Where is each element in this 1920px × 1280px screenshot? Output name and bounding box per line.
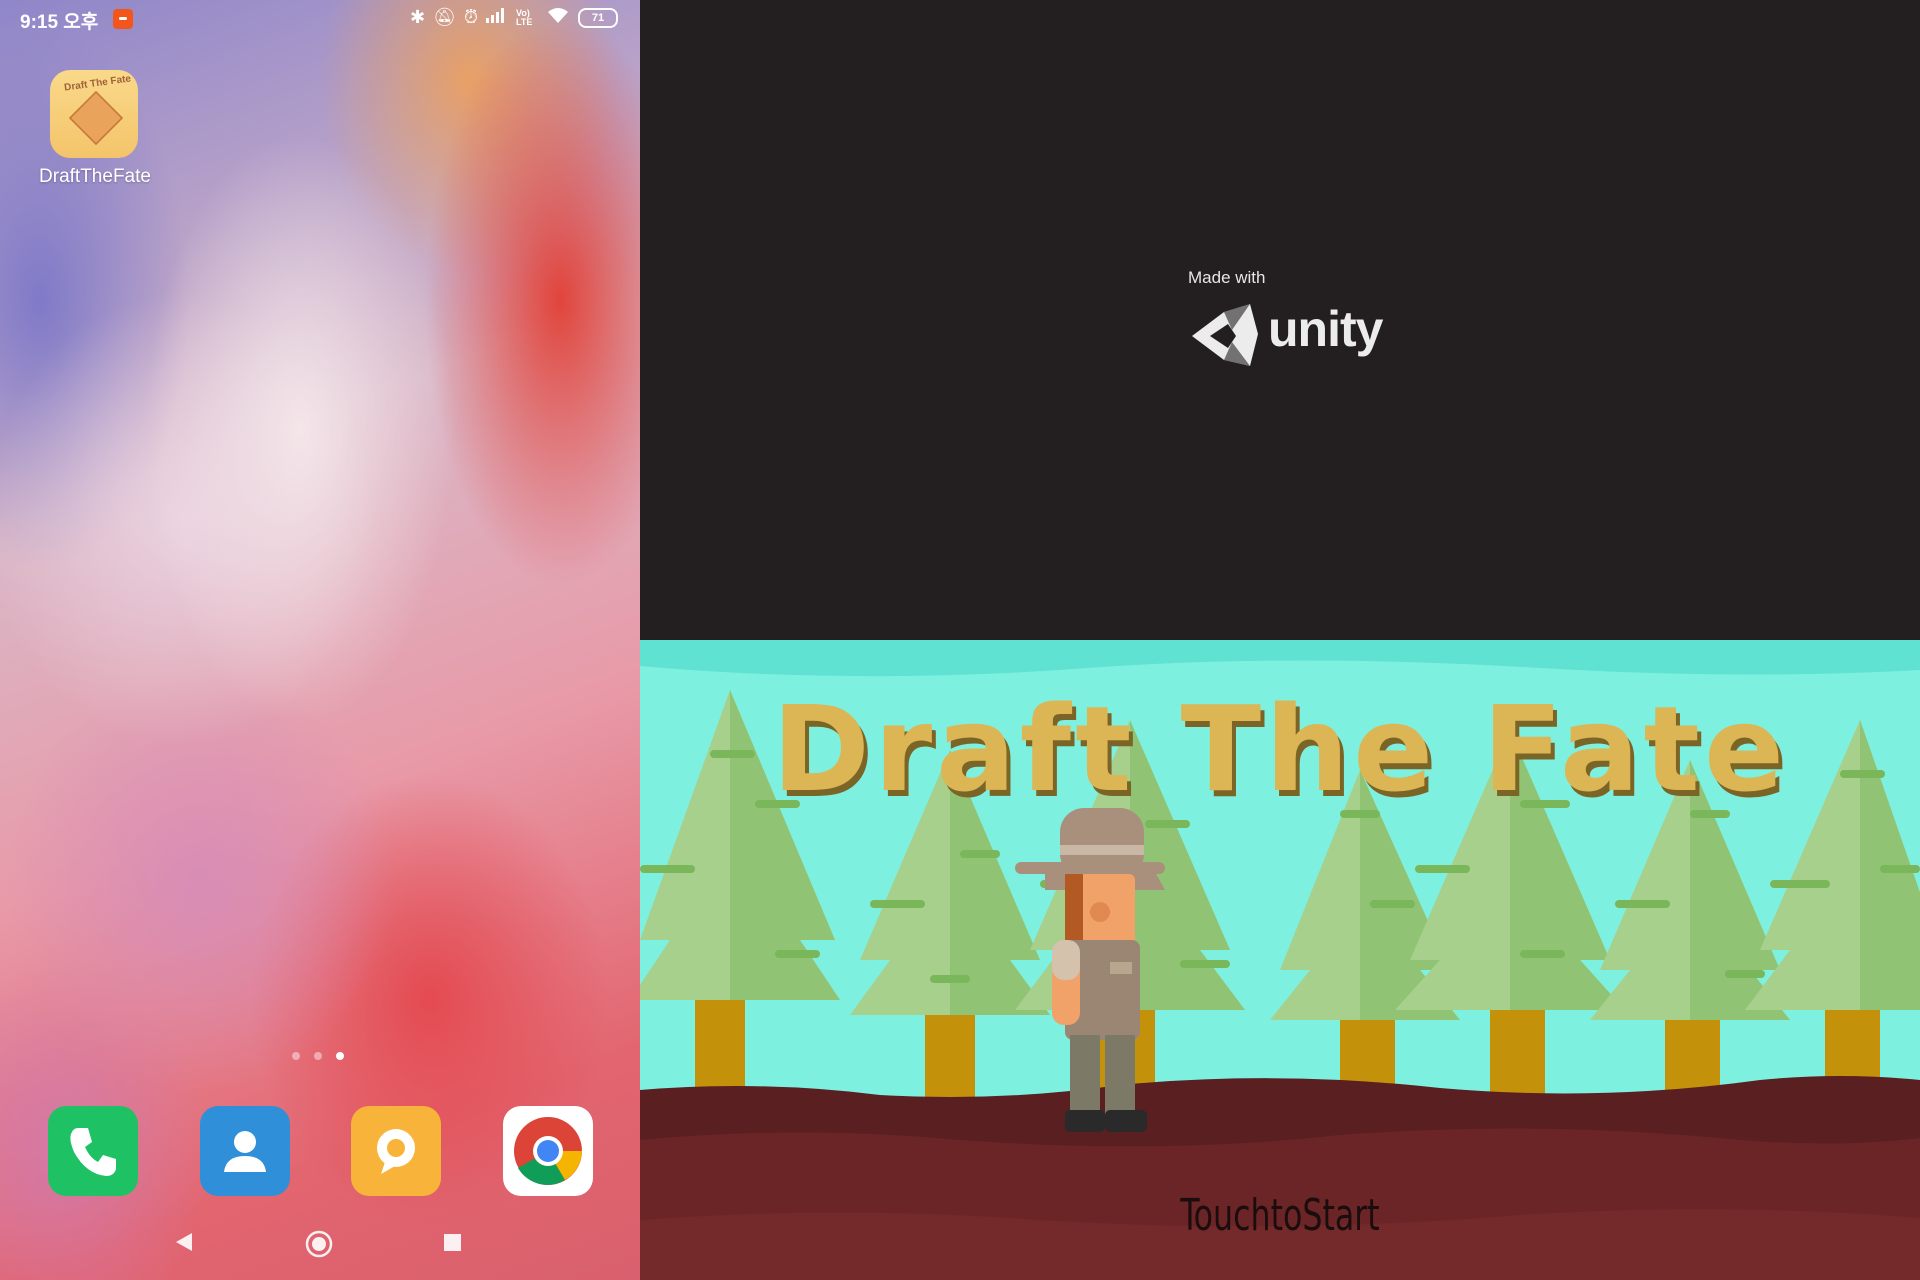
- ground: [640, 1076, 1920, 1280]
- page-dot[interactable]: [292, 1052, 300, 1060]
- dock: [48, 1106, 593, 1196]
- contacts-app-icon[interactable]: [199, 1106, 290, 1196]
- status-bar: 9:15 오후 ✱ 🔕︎ ⏰︎ Vo) LTE 71: [0, 0, 640, 40]
- touch-to-start-prompt[interactable]: TouchtoStart: [768, 1190, 1792, 1241]
- home-screen: 9:15 오후 ✱ 🔕︎ ⏰︎ Vo) LTE 71 Draft The Fat…: [0, 0, 640, 1280]
- navigation-bar: [0, 1220, 640, 1280]
- signal-icon: [486, 7, 508, 28]
- game-title: Draft The Fate: [772, 680, 1788, 818]
- volte-icon: Vo) LTE: [516, 7, 533, 27]
- page-indicator: [292, 1052, 344, 1060]
- wifi-icon: [546, 6, 570, 29]
- app-label[interactable]: DraftTheFate: [20, 166, 170, 188]
- notification-icon: [113, 9, 133, 29]
- unity-logo-icon: [1192, 304, 1258, 366]
- battery-icon: 71: [578, 7, 618, 28]
- chrome-app-icon[interactable]: [502, 1106, 593, 1196]
- page-dot-active[interactable]: [336, 1052, 344, 1060]
- made-with-text: Made with: [1188, 268, 1266, 287]
- home-icon[interactable]: [304, 1230, 334, 1260]
- unity-brand-text: unity: [1268, 301, 1383, 357]
- draftthefate-app-icon[interactable]: Draft The Fate: [50, 70, 138, 158]
- crate-icon: [68, 90, 124, 146]
- app-icon-text: Draft The Fate: [63, 73, 132, 94]
- mute-icon: 🔕︎: [433, 7, 456, 27]
- game-title-screen[interactable]: Draft The Fate TouchtoStart: [640, 640, 1920, 1280]
- back-icon[interactable]: [172, 1230, 196, 1254]
- page-dot[interactable]: [314, 1052, 322, 1060]
- phone-app-icon[interactable]: [48, 1106, 138, 1196]
- alarm-icon: ⏰︎: [463, 7, 478, 27]
- status-time: 9:15 오후: [20, 12, 99, 33]
- unity-splash-screen: Made with unity: [640, 0, 1920, 640]
- messaging-app-icon[interactable]: [351, 1106, 442, 1196]
- recents-icon[interactable]: [442, 1230, 464, 1254]
- bluetooth-icon: ✱: [410, 7, 426, 27]
